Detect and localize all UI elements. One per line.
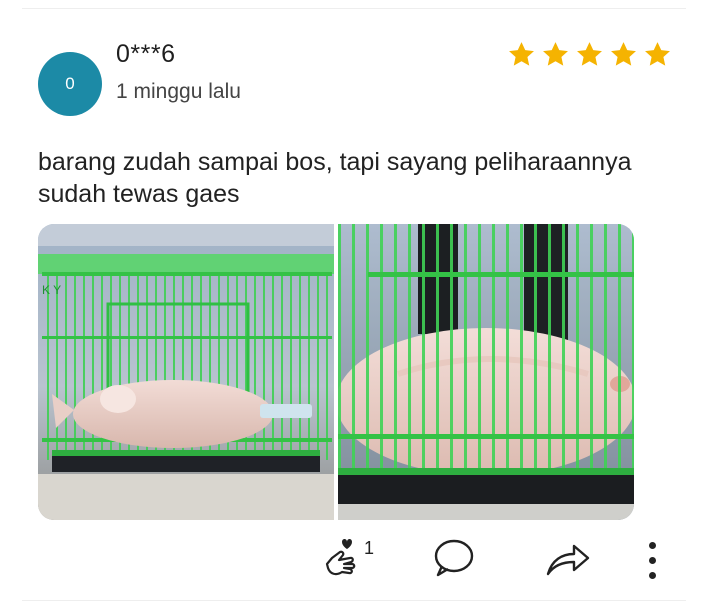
star-icon [611,42,636,66]
photo-gallery: K Y [38,224,634,520]
review-text: barang zudah sampai bos, tapi sayang pel… [38,148,632,208]
photo-fish-in-cage-wide: K Y [38,224,334,520]
share-button[interactable] [544,540,592,583]
more-options-button[interactable] [640,540,664,582]
comment-button[interactable] [432,538,476,583]
avatar[interactable]: 0 [38,52,102,116]
star-icon [509,42,534,66]
star-rating [507,40,672,69]
photo-fish-in-cage-closeup [338,224,634,520]
like-count: 1 [364,538,375,558]
star-icon [577,42,602,66]
reviewer-name: 0***6 [116,40,176,68]
comment-icon [434,539,474,577]
like-button[interactable]: 1 [322,536,374,580]
svg-text:K Y: K Y [42,283,61,297]
star-icon [543,42,568,66]
action-bar: 1 [0,528,708,588]
share-icon [546,544,590,576]
avatar-initial: 0 [65,74,75,93]
divider [22,8,686,9]
star-icon [645,42,670,66]
divider [22,600,686,601]
review-photo[interactable] [338,224,634,520]
review-photo[interactable]: K Y [38,224,334,520]
review-card: 0 0***6 1 minggu lalu barang zudah sampa… [0,0,708,612]
finger-heart-icon [325,539,356,576]
review-timestamp: 1 minggu lalu [116,80,241,103]
